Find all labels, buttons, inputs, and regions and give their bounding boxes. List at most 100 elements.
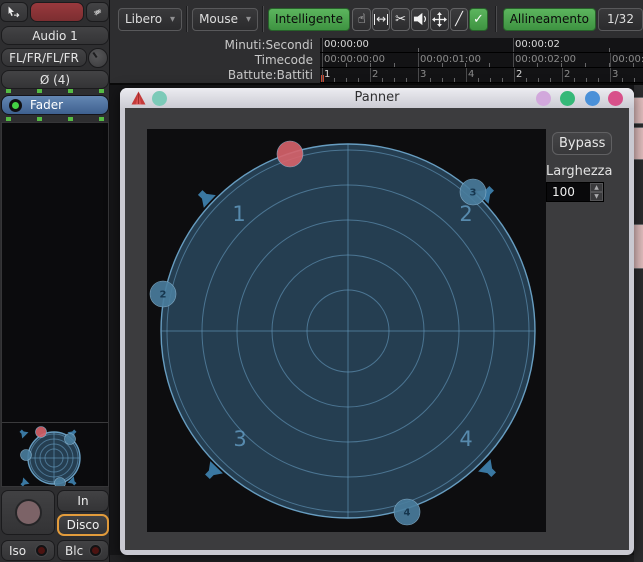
ruler-major-tick (514, 68, 515, 82)
phase-invert-button[interactable]: Ø (4) (1, 70, 109, 89)
solo-lock-button[interactable]: Blc (57, 540, 109, 561)
ruler-mark: 4 (468, 69, 475, 80)
fader-active-led[interactable] (9, 98, 22, 112)
edit-point-dropdown[interactable]: Libero ▾ (118, 7, 183, 31)
draw-tool-button[interactable]: ╱ (449, 7, 469, 31)
grab-tool-button[interactable]: ☝ (352, 7, 371, 31)
solo-isolate-button[interactable]: Iso (1, 540, 55, 561)
routing-button[interactable]: FL/FR/FL/FR (1, 48, 87, 67)
ruler-lane-bars-beats[interactable]: 1 2 3 4 2 2 3 (320, 68, 643, 83)
ruler-minor-tick (430, 78, 431, 82)
audio-region-fragment (634, 127, 643, 160)
track-name-button[interactable]: Audio 1 (1, 26, 109, 45)
checkbox-check-icon: ✓ (473, 11, 484, 27)
ruler-mark: 00:00:03: (612, 54, 643, 65)
ruler-lane-timecode[interactable]: 00:00:00:00 00:00:01:00 00:00:02:00 00:00:0… (320, 53, 643, 68)
ruler-minor-tick (489, 63, 490, 67)
audition-tool-button[interactable] (410, 7, 430, 31)
line-icon: ╱ (455, 11, 463, 27)
solo-isolate-led (36, 545, 47, 556)
ruler-lane-minutes-seconds[interactable]: 00:00:00 00:00:02 (320, 38, 643, 53)
processor-box[interactable] (1, 122, 109, 487)
ruler-minor-tick (502, 78, 503, 82)
record-enable-button[interactable] (30, 2, 84, 22)
solo-lock-led (90, 545, 101, 556)
bypass-button[interactable]: Bypass (552, 132, 612, 155)
ruler-minor-tick (382, 78, 383, 82)
panner-handle-red[interactable] (276, 140, 304, 168)
ruler-mark: 00:00:01:00 (420, 54, 482, 65)
speaker-number-label: 1 (232, 202, 245, 226)
ruler-minor-tick (622, 78, 623, 82)
cut-tool-button[interactable]: ✂ (391, 7, 410, 31)
ruler-minor-tick (634, 78, 635, 82)
editor-mixer-strip: Audio 1 FL/FR/FL/FR Ø (4) Fader In Disco… (0, 0, 110, 562)
drag-tool-button[interactable] (0, 2, 28, 22)
ruler-minor-tick (406, 78, 407, 82)
panner-handle-red[interactable] (54, 477, 66, 487)
monitor-disk-button[interactable]: Disco (57, 514, 109, 536)
record-blink-lamp (14, 499, 42, 526)
speaker-number-label: 4 (459, 427, 472, 451)
ruler-major-tick (370, 68, 371, 82)
ruler-major-tick (610, 68, 611, 82)
ruler-mark: 3 (612, 69, 619, 80)
width-spinbox[interactable]: 100 ▲ ▼ (546, 182, 604, 202)
window-dot-lavender-icon[interactable] (536, 91, 551, 106)
fader-label: Fader (30, 98, 64, 112)
panner-2d-canvas[interactable]: 1 2 3 4 2 3 4 (147, 129, 546, 532)
toolbar-separator (186, 6, 189, 32)
dialog-title: Panner (354, 90, 400, 105)
timeline-rulers: Minuti:Secondi 00:00:00 00:00:02 Timecode… (110, 38, 643, 85)
audio-region-fragment (634, 97, 643, 124)
stretch-tool-button[interactable] (430, 7, 449, 31)
ruler-major-tick (610, 53, 611, 67)
move-cross-icon (432, 11, 448, 27)
mouse-mode-dropdown[interactable]: Mouse ▾ (192, 7, 259, 31)
speaker-icon (19, 429, 29, 439)
window-dot-pink-icon[interactable] (608, 91, 623, 106)
record-blink-button[interactable] (1, 490, 55, 535)
ruler-mark: 3 (420, 69, 427, 80)
panner-handle-red[interactable] (20, 449, 32, 461)
hide-track-button[interactable] (86, 2, 109, 22)
panner-preview[interactable] (2, 422, 108, 486)
fader-processor-button[interactable]: Fader (1, 95, 109, 115)
ruler-minor-tick (550, 78, 551, 82)
ruler-major-tick (322, 53, 323, 67)
ruler-major-tick (322, 68, 323, 82)
align-button[interactable]: Allineamento (502, 7, 596, 31)
ruler-major-tick (322, 38, 323, 52)
trim-knob[interactable] (88, 48, 108, 68)
ruler-mark: 1 (324, 69, 331, 80)
editor-content-below-dialog (110, 555, 634, 562)
range-tool-button[interactable]: ↔ (371, 7, 391, 31)
ruler-minor-tick (394, 78, 395, 82)
ruler-minor-tick (586, 78, 587, 82)
window-dot-green-icon[interactable] (560, 91, 575, 106)
dialog-titlebar[interactable]: Panner (120, 88, 634, 108)
ruler-mark: 2 (516, 69, 523, 80)
panner-handle-red[interactable] (35, 426, 47, 438)
monitor-input-button[interactable]: In (57, 490, 109, 512)
ruler-minor-tick (394, 63, 395, 67)
grid-setting-button[interactable]: 1/32 (598, 7, 643, 31)
width-label: Larghezza (546, 164, 613, 179)
ruler-label-bars-beats[interactable]: Battute:Battiti (110, 68, 320, 83)
ruler-minor-tick (538, 78, 539, 82)
editor-track-area-sliver (634, 85, 643, 562)
spin-down-button[interactable]: ▼ (590, 192, 603, 201)
hand-icon: ☝ (357, 11, 366, 27)
panner-handle-red[interactable] (64, 433, 76, 445)
chevron-down-icon: ▾ (246, 13, 252, 25)
ruler-label-minutes-seconds[interactable]: Minuti:Secondi (110, 38, 320, 53)
speaker-number-label: 3 (233, 427, 246, 451)
ruler-label-timecode[interactable]: Timecode (110, 53, 320, 68)
edit-tool-button[interactable]: ✓ (469, 7, 488, 31)
smart-mode-button[interactable]: Intelligente (268, 7, 350, 31)
panner-handle-label: 4 (404, 508, 411, 519)
window-dot-blue-icon[interactable] (585, 91, 600, 106)
spin-up-button[interactable]: ▲ (590, 183, 603, 192)
ruler-minor-tick (346, 78, 347, 82)
ruler-minor-tick (358, 78, 359, 82)
